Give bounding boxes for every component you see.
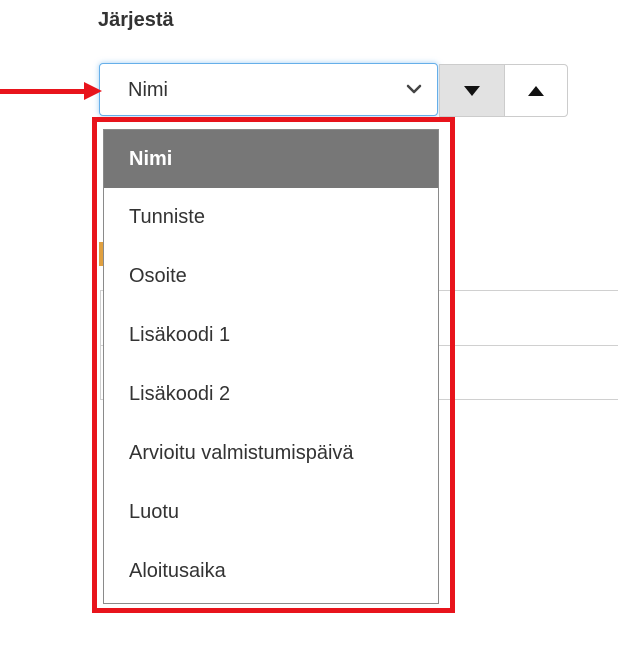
sort-label: Järjestä xyxy=(98,9,174,31)
sort-descending-button[interactable] xyxy=(439,64,505,117)
arrow-right-icon xyxy=(84,82,102,100)
sort-select[interactable]: Nimi xyxy=(99,63,438,116)
annotation-arrow-icon xyxy=(0,89,86,94)
sort-select-value: Nimi xyxy=(128,79,168,101)
caret-up-icon xyxy=(528,85,544,96)
caret-down-icon xyxy=(464,85,480,96)
sort-option-lisakoodi-1[interactable]: Lisäkoodi 1 xyxy=(104,306,438,365)
sort-option-arvioitu-valmistumispaiva[interactable]: Arvioitu valmistumispäivä xyxy=(104,424,438,483)
chevron-down-icon xyxy=(405,80,423,98)
sort-option-tunniste[interactable]: Tunniste xyxy=(104,188,438,247)
sort-option-osoite[interactable]: Osoite xyxy=(104,247,438,306)
sort-option-nimi[interactable]: Nimi xyxy=(104,130,438,188)
sort-options-list[interactable]: Nimi Tunniste Osoite Lisäkoodi 1 Lisäkoo… xyxy=(103,129,439,604)
sort-option-lisakoodi-2[interactable]: Lisäkoodi 2 xyxy=(104,365,438,424)
sort-option-luotu[interactable]: Luotu xyxy=(104,483,438,542)
sort-ascending-button[interactable] xyxy=(504,64,568,117)
sort-option-aloitusaika[interactable]: Aloitusaika xyxy=(104,542,438,601)
